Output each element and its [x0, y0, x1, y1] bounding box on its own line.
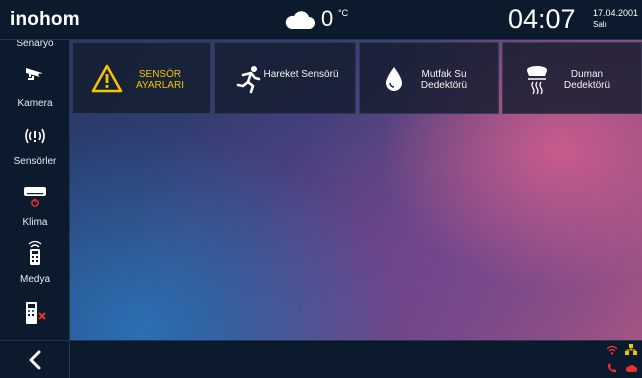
clock-day: Salı — [593, 20, 607, 29]
sidebar-item-klima[interactable]: Klima — [0, 183, 69, 228]
water-detector-card[interactable]: Mutfak Su Dedektörü — [359, 42, 499, 114]
sensor-card-label: Hareket Sensörü — [263, 69, 339, 80]
sensor-settings-card[interactable]: SENSÖR AYARLARI — [72, 42, 211, 114]
sensor-grid: SENSÖR AYARLARI Hareket Sensörü Mutfak S… — [72, 42, 642, 114]
sensor-card-label: SENSÖR AYARLARI — [136, 69, 184, 91]
camera-icon — [26, 68, 42, 80]
temperature-unit: °C — [338, 8, 349, 18]
network-icon — [625, 344, 637, 355]
air-conditioner-icon — [24, 187, 46, 207]
phone-icon — [607, 363, 616, 373]
sidebar-item-label: Senaryo — [16, 40, 54, 49]
sidebar: Senaryo Kamera Sensörler Klima Medya — [0, 40, 70, 340]
clock-date: 17.04.2001 — [593, 8, 639, 18]
warning-icon — [91, 64, 123, 93]
sidebar-item-intercom[interactable] — [0, 300, 69, 326]
sensor-card-label: Duman Dedektörü — [563, 69, 611, 91]
intercom-icon — [26, 302, 46, 324]
sidebar-item-camera[interactable]: Kamera — [0, 64, 69, 109]
bottom-bar — [0, 340, 642, 378]
sidebar-item-medya[interactable]: Medya — [0, 240, 69, 285]
cloud-icon — [285, 11, 315, 29]
sensor-card-label: Mutfak Su Dedektörü — [420, 69, 468, 91]
top-bar: inohom 0 °C 04:07 17.04.2001 Salı — [0, 0, 642, 40]
chevron-left-icon — [29, 350, 41, 370]
sensor-icon — [25, 128, 45, 144]
remote-control-icon — [28, 240, 42, 265]
sidebar-item-scenario[interactable]: Senaryo — [0, 40, 69, 49]
sidebar-item-label: Medya — [19, 274, 50, 285]
motion-sensor-card[interactable]: Hareket Sensörü — [214, 42, 356, 114]
sidebar-item-label: Kamera — [17, 98, 53, 109]
back-button[interactable] — [0, 341, 70, 378]
temperature-value: 0 — [321, 6, 334, 31]
smoke-detector-card[interactable]: Duman Dedektörü — [502, 42, 642, 114]
sidebar-item-label: Sensörler — [13, 156, 57, 167]
cloud-alert-icon — [625, 365, 637, 372]
brand-logo: inohom — [10, 9, 80, 30]
clock-time: 04:07 — [508, 4, 576, 34]
sidebar-item-label: Klima — [22, 217, 48, 228]
sidebar-item-sensors[interactable]: Sensörler — [0, 126, 69, 167]
wifi-icon — [606, 345, 618, 355]
